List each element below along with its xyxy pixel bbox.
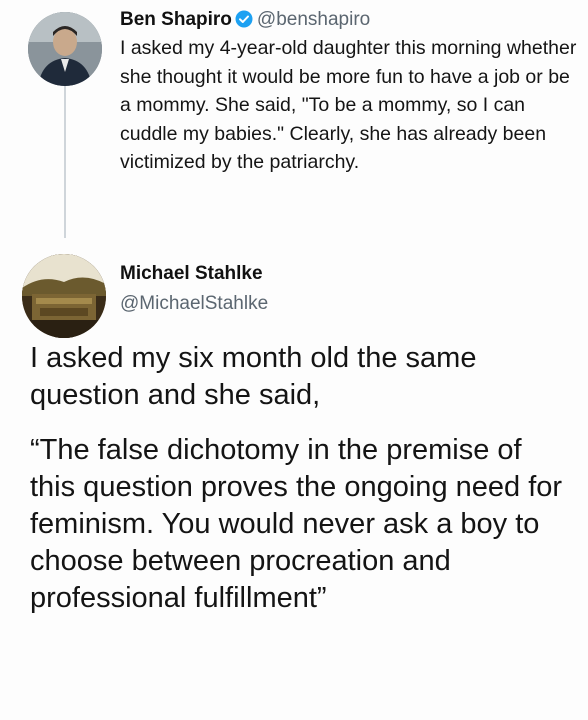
tweet-text: I asked my six month old the same questi… (30, 340, 570, 617)
author-handle[interactable]: @MichaelStahlke (120, 292, 268, 316)
tweet-paragraph: “The false dichotomy in the premise of t… (30, 434, 563, 614)
thread-connector-line (64, 86, 66, 238)
author-name[interactable]: Ben Shapiro (120, 9, 232, 30)
tweet-header: Ben Shapiro @benshapiro (120, 8, 370, 32)
verified-badge-icon (235, 10, 253, 28)
avatar-photo-icon (28, 12, 102, 86)
original-tweet: Ben Shapiro @benshapiro I asked my 4-year… (0, 0, 588, 240)
author-name[interactable]: Michael Stahlke (120, 262, 263, 286)
avatar[interactable] (22, 254, 106, 338)
author-handle[interactable]: @benshapiro (257, 9, 370, 30)
avatar-photo-icon (22, 254, 106, 338)
tweet-paragraph: I asked my six month old the same questi… (30, 342, 477, 411)
avatar[interactable] (28, 12, 102, 86)
reply-tweet: Michael Stahlke @MichaelStahlke I asked … (0, 240, 588, 720)
tweet-text: I asked my 4-year-old daughter this morn… (120, 37, 577, 173)
